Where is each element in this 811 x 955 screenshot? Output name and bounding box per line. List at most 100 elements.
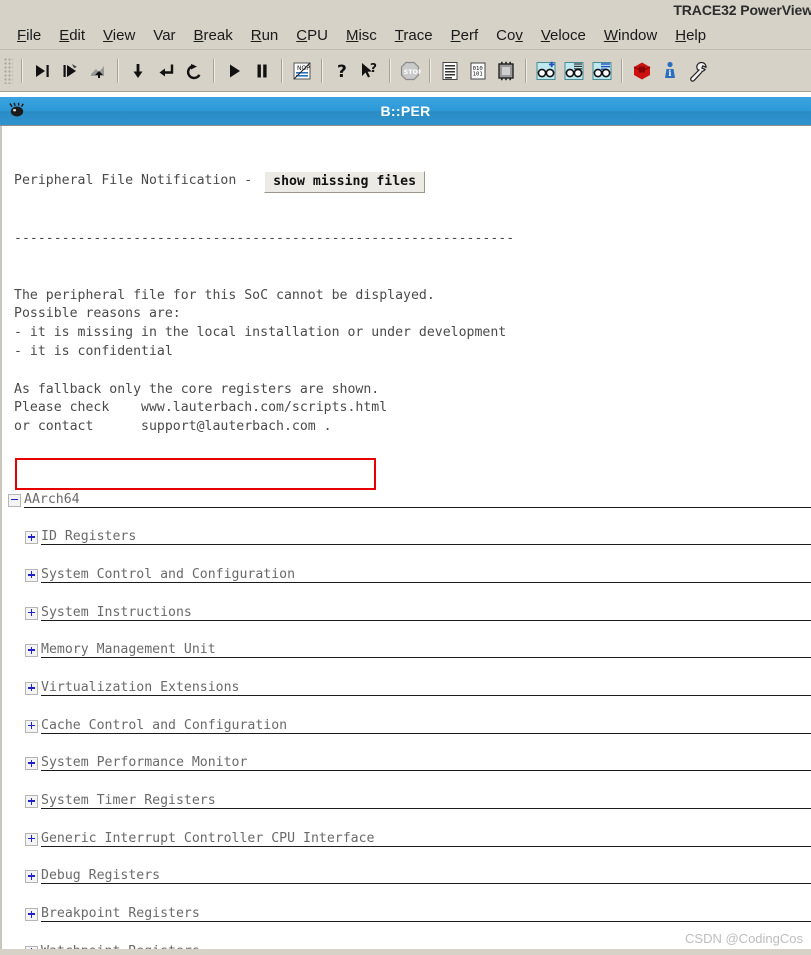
step-back-icon[interactable] bbox=[180, 56, 208, 86]
tree-item-label: Virtualization Extensions bbox=[41, 679, 240, 695]
data-dump-icon[interactable]: 010 101 bbox=[464, 56, 492, 86]
tree-item-system-performance-monitor[interactable]: System Performance Monitor bbox=[2, 750, 811, 788]
watermark: CSDN @CodingCos bbox=[685, 931, 803, 946]
window-bottom-edge bbox=[0, 949, 811, 955]
svg-text:STOP: STOP bbox=[404, 68, 421, 76]
tree-item-label: Generic Interrupt Controller CPU Interfa… bbox=[41, 830, 375, 846]
expand-plus-icon[interactable] bbox=[25, 606, 38, 620]
expand-plus-icon[interactable] bbox=[25, 531, 38, 545]
notification-line: Possible reasons are: bbox=[14, 306, 181, 322]
toolbar: NOP ? ? STOP 010 101 i bbox=[0, 50, 811, 92]
menu-item-cpu[interactable]: CPU bbox=[287, 26, 337, 45]
notification-separator: ----------------------------------------… bbox=[14, 231, 515, 247]
toolbar-separator bbox=[429, 58, 431, 83]
menu-item-misc[interactable]: Misc bbox=[337, 26, 386, 45]
break-icon[interactable] bbox=[248, 56, 276, 86]
notification-line bbox=[14, 362, 811, 381]
tree-item-id-registers[interactable]: ID Registers bbox=[2, 524, 811, 562]
tree-item-rule bbox=[41, 921, 811, 923]
tree-item-label: Breakpoint Registers bbox=[41, 906, 200, 922]
expand-plus-icon[interactable] bbox=[25, 795, 38, 809]
step-out-icon[interactable] bbox=[84, 56, 112, 86]
menu-item-trace[interactable]: Trace bbox=[386, 26, 442, 45]
menu-item-veloce[interactable]: Veloce bbox=[532, 26, 595, 45]
toolbar-separator bbox=[117, 58, 119, 83]
notification-heading: Peripheral File Notification - bbox=[14, 173, 261, 189]
tree-item-aarch64[interactable]: AArch64 bbox=[2, 487, 811, 525]
menu-item-var[interactable]: Var bbox=[144, 26, 184, 45]
step-return-icon[interactable] bbox=[152, 56, 180, 86]
toolbar-separator bbox=[621, 58, 623, 83]
tree-item-memory-management-unit[interactable]: Memory Management Unit bbox=[2, 637, 811, 675]
tree-item-label-wrap: Generic Interrupt Controller CPU Interfa… bbox=[41, 829, 811, 847]
menu-item-file[interactable]: File bbox=[8, 26, 50, 45]
notification-line: Please check www.lauterbach.com/scripts.… bbox=[14, 400, 388, 416]
tree-item-rule bbox=[41, 770, 811, 772]
tree-item-generic-interrupt-controller-cpu-interface[interactable]: Generic Interrupt Controller CPU Interfa… bbox=[2, 826, 811, 864]
tree-item-rule bbox=[41, 732, 811, 734]
tree-item-label-wrap: System Control and Configuration bbox=[41, 565, 811, 583]
tree-item-rule bbox=[41, 694, 811, 696]
cpu-chip-icon[interactable] bbox=[492, 56, 520, 86]
expand-plus-icon[interactable] bbox=[25, 870, 38, 884]
menu-item-edit[interactable]: Edit bbox=[50, 26, 94, 45]
tree-item-virtualization-extensions[interactable]: Virtualization Extensions bbox=[2, 675, 811, 713]
expand-plus-icon[interactable] bbox=[25, 908, 38, 922]
toolbar-separator bbox=[281, 58, 283, 83]
expand-plus-icon[interactable] bbox=[25, 832, 38, 846]
watch-edit-icon[interactable] bbox=[588, 56, 616, 86]
settings-wrench-icon[interactable] bbox=[684, 56, 712, 86]
tree-item-system-instructions[interactable]: System Instructions bbox=[2, 600, 811, 638]
per-window-title: B::PER bbox=[380, 103, 431, 119]
tree-item-label-wrap: Cache Control and Configuration bbox=[41, 716, 811, 734]
expand-plus-icon[interactable] bbox=[25, 757, 38, 771]
tree-item-system-control-and-configuration[interactable]: System Control and Configuration bbox=[2, 562, 811, 600]
expand-plus-icon[interactable] bbox=[25, 681, 38, 695]
help-pointer-icon[interactable]: ? bbox=[356, 56, 384, 86]
peripheral-file-notification: Peripheral File Notification - show miss… bbox=[2, 126, 811, 475]
toolbar-separator bbox=[525, 58, 527, 83]
info-icon[interactable]: i bbox=[656, 56, 684, 86]
toolbar-grip[interactable] bbox=[4, 57, 13, 84]
go-down-icon[interactable] bbox=[124, 56, 152, 86]
watch-add-icon[interactable] bbox=[532, 56, 560, 86]
tree-item-rule bbox=[41, 581, 811, 583]
toolbar-separator bbox=[321, 58, 323, 83]
step-over-icon[interactable] bbox=[56, 56, 84, 86]
tree-item-cache-control-and-configuration[interactable]: Cache Control and Configuration bbox=[2, 713, 811, 751]
svg-text:?: ? bbox=[370, 61, 377, 75]
watch-view-icon[interactable] bbox=[560, 56, 588, 86]
expand-plus-icon[interactable] bbox=[25, 644, 38, 658]
tree-item-rule bbox=[41, 845, 811, 847]
tree-item-label: Debug Registers bbox=[41, 868, 161, 884]
list-source-icon[interactable]: NOP bbox=[288, 56, 316, 86]
system-icon[interactable] bbox=[628, 56, 656, 86]
menu-item-view[interactable]: View bbox=[94, 26, 144, 45]
step-into-icon[interactable] bbox=[28, 56, 56, 86]
menu-item-help[interactable]: Help bbox=[666, 26, 715, 45]
per-titlebar[interactable]: B::PER bbox=[0, 97, 811, 126]
svg-text:NOP: NOP bbox=[297, 65, 310, 72]
notification-line: - it is confidential bbox=[14, 343, 173, 359]
tree-item-rule bbox=[41, 544, 811, 546]
collapse-minus-icon[interactable] bbox=[8, 493, 21, 507]
show-missing-files-button[interactable]: show missing files bbox=[264, 170, 426, 193]
tree-item-label: Memory Management Unit bbox=[41, 642, 216, 658]
tree-item-debug-registers[interactable]: Debug Registers bbox=[2, 863, 811, 901]
help-icon[interactable]: ? bbox=[328, 56, 356, 86]
stop-icon[interactable]: STOP bbox=[396, 56, 424, 86]
menu-item-perf[interactable]: Perf bbox=[442, 26, 488, 45]
tree-item-label-wrap: System Timer Registers bbox=[41, 791, 811, 810]
list-icon[interactable] bbox=[436, 56, 464, 86]
run-icon[interactable] bbox=[220, 56, 248, 86]
per-content: Peripheral File Notification - show miss… bbox=[0, 126, 811, 955]
menu-item-break[interactable]: Break bbox=[185, 26, 242, 45]
toolbar-separator bbox=[21, 58, 23, 83]
tree-item-label-wrap: Breakpoint Registers bbox=[41, 904, 811, 923]
expand-plus-icon[interactable] bbox=[25, 719, 38, 733]
expand-plus-icon[interactable] bbox=[25, 568, 38, 582]
menu-item-run[interactable]: Run bbox=[242, 26, 288, 45]
menu-item-window[interactable]: Window bbox=[595, 26, 666, 45]
menu-item-cov[interactable]: Cov bbox=[487, 26, 532, 45]
tree-item-system-timer-registers[interactable]: System Timer Registers bbox=[2, 788, 811, 826]
